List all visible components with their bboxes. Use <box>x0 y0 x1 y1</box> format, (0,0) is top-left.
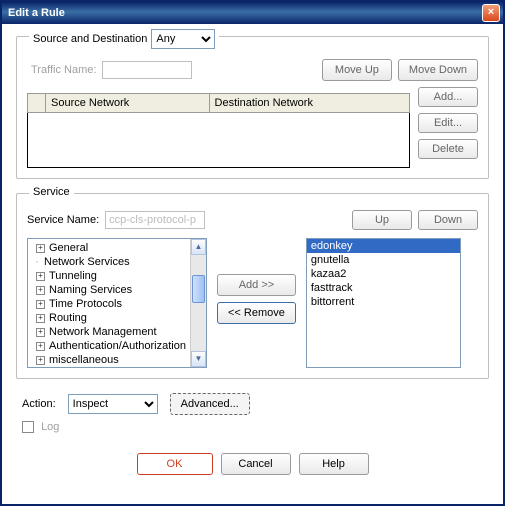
tree-item: +Time Protocols <box>28 297 206 311</box>
service-name-label: Service Name: <box>27 214 99 226</box>
tree-item: +Naming Services <box>28 283 206 297</box>
move-down-button[interactable]: Move Down <box>398 59 478 81</box>
scroll-thumb[interactable] <box>192 275 205 303</box>
log-row: Log <box>22 421 489 433</box>
service-name-input <box>105 211 205 229</box>
window-title: Edit a Rule <box>8 7 65 19</box>
action-label: Action: <box>22 398 56 410</box>
log-checkbox[interactable] <box>22 421 34 433</box>
close-icon[interactable]: × <box>482 4 500 22</box>
list-item[interactable]: gnutella <box>307 253 460 267</box>
expand-icon[interactable]: + <box>36 244 45 253</box>
expand-icon[interactable]: + <box>36 314 45 323</box>
tree-item: +Routing <box>28 311 206 325</box>
ok-button[interactable]: OK <box>137 453 213 475</box>
tree-item: +miscellaneous <box>28 353 206 367</box>
expand-icon[interactable]: + <box>36 286 45 295</box>
add-service-button[interactable]: Add >> <box>217 274 296 296</box>
traffic-name-label: Traffic Name: <box>31 64 96 76</box>
legend-service: Service <box>29 186 74 198</box>
action-row: Action: Inspect Advanced... <box>22 393 489 415</box>
tree-leaf-icon: · <box>30 256 44 268</box>
list-item[interactable]: fasttrack <box>307 281 460 295</box>
action-select[interactable]: Inspect <box>68 394 158 414</box>
dialog-buttons: OK Cancel Help <box>16 453 489 475</box>
list-item[interactable]: edonkey <box>307 239 460 253</box>
network-table: Source Network Destination Network <box>27 93 410 113</box>
remove-service-button[interactable]: << Remove <box>217 302 296 324</box>
expand-icon[interactable]: + <box>36 356 45 365</box>
col-source[interactable]: Source Network <box>46 94 210 113</box>
traffic-name-input[interactable] <box>102 61 192 79</box>
service-up-button[interactable]: Up <box>352 210 412 230</box>
add-network-button[interactable]: Add... <box>418 87 478 107</box>
tree-item: ·Network Services <box>28 255 206 269</box>
titlebar: Edit a Rule × <box>2 2 503 24</box>
source-dest-select[interactable]: Any <box>151 29 215 49</box>
tree-item: +Authentication/Authorization <box>28 339 206 353</box>
help-button[interactable]: Help <box>299 453 369 475</box>
cancel-button[interactable]: Cancel <box>221 453 291 475</box>
network-table-body[interactable] <box>27 113 410 168</box>
legend-label: Source and Destination <box>33 33 147 45</box>
tree-item: +General <box>28 241 206 255</box>
tree-item: +Network Management <box>28 325 206 339</box>
scroll-up-icon[interactable]: ▲ <box>191 239 206 255</box>
tree-item: ·Applications <box>28 367 206 368</box>
legend-source-destination: Source and Destination Any <box>29 29 219 49</box>
group-service: Service Service Name: Up Down +General ·… <box>16 193 489 379</box>
expand-icon[interactable]: + <box>36 342 45 351</box>
list-item[interactable]: bittorrent <box>307 295 460 309</box>
tree-item: +Tunneling <box>28 269 206 283</box>
advanced-button[interactable]: Advanced... <box>170 393 250 415</box>
expand-icon[interactable]: + <box>36 272 45 281</box>
log-label: Log <box>41 421 59 433</box>
expand-icon[interactable]: + <box>36 328 45 337</box>
delete-network-button[interactable]: Delete <box>418 139 478 159</box>
tree-scrollbar[interactable]: ▲ ▼ <box>190 239 206 367</box>
group-source-destination: Source and Destination Any Traffic Name:… <box>16 36 489 179</box>
list-item[interactable]: kazaa2 <box>307 267 460 281</box>
service-down-button[interactable]: Down <box>418 210 478 230</box>
scroll-down-icon[interactable]: ▼ <box>191 351 206 367</box>
expand-icon[interactable]: + <box>36 300 45 309</box>
col-dest[interactable]: Destination Network <box>209 94 409 113</box>
move-up-button[interactable]: Move Up <box>322 59 392 81</box>
service-tree[interactable]: +General ·Network Services +Tunneling +N… <box>27 238 207 368</box>
selected-services-list[interactable]: edonkey gnutella kazaa2 fasttrack bittor… <box>306 238 461 368</box>
edit-network-button[interactable]: Edit... <box>418 113 478 133</box>
dialog-edit-rule: Edit a Rule × Source and Destination Any… <box>0 0 505 506</box>
col-blank <box>28 94 46 113</box>
